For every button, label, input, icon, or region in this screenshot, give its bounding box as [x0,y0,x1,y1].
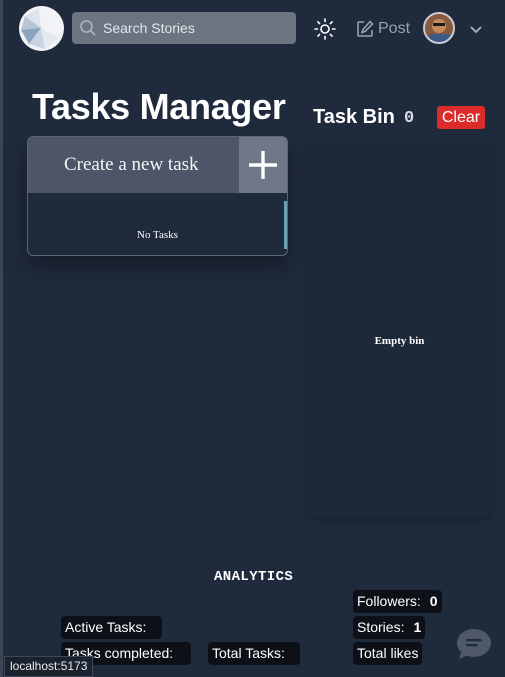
followers-stat: Followers: 0 [353,590,442,613]
plus-icon [249,151,277,179]
active-tasks-stat: Active Tasks: [61,616,162,639]
search-input[interactable] [103,20,293,36]
top-navbar: Post [0,0,505,60]
stories-label: Stories: [357,619,405,635]
active-tasks-label: Active Tasks: [65,619,147,635]
empty-tasks-text: No Tasks [137,229,178,241]
page-title: Tasks Manager [32,86,286,127]
bin-title: Task Bin [313,106,395,128]
followers-value: 0 [429,593,438,609]
chevron-down-icon[interactable] [468,21,484,37]
window-edge [0,0,3,677]
total-likes-label: Total likes [357,645,419,661]
task-panel: Create a new task No Tasks [27,136,288,256]
analytics-title: ANALYTICS [214,569,294,585]
total-tasks-label: Total Tasks: [212,645,285,661]
total-tasks-stat: Total Tasks: [208,642,300,665]
bin-count: 0 [404,109,415,128]
status-bar-url: localhost:5173 [4,656,94,677]
logo-icon[interactable] [19,6,64,51]
create-task-label: Create a new task [64,154,199,175]
task-bin-dropzone[interactable]: Empty bin [309,140,490,516]
add-task-button[interactable] [239,137,287,193]
total-likes-stat: Total likes [353,642,423,665]
post-button[interactable]: Post [355,16,410,42]
empty-bin-text: Empty bin [374,335,425,347]
post-label: Post [378,20,411,37]
scrollbar[interactable] [284,201,287,249]
search-icon [80,20,96,36]
create-task-row[interactable]: Create a new task [28,137,287,193]
sun-icon[interactable] [313,17,337,41]
edit-icon [357,20,374,37]
stories-stat: Stories: 1 [353,616,426,639]
chat-icon[interactable] [455,626,493,662]
stories-value: 1 [413,619,422,635]
followers-label: Followers: [357,593,421,609]
search-bar[interactable] [72,12,296,44]
avatar[interactable] [423,12,455,44]
clear-bin-button[interactable]: Clear [437,106,485,129]
